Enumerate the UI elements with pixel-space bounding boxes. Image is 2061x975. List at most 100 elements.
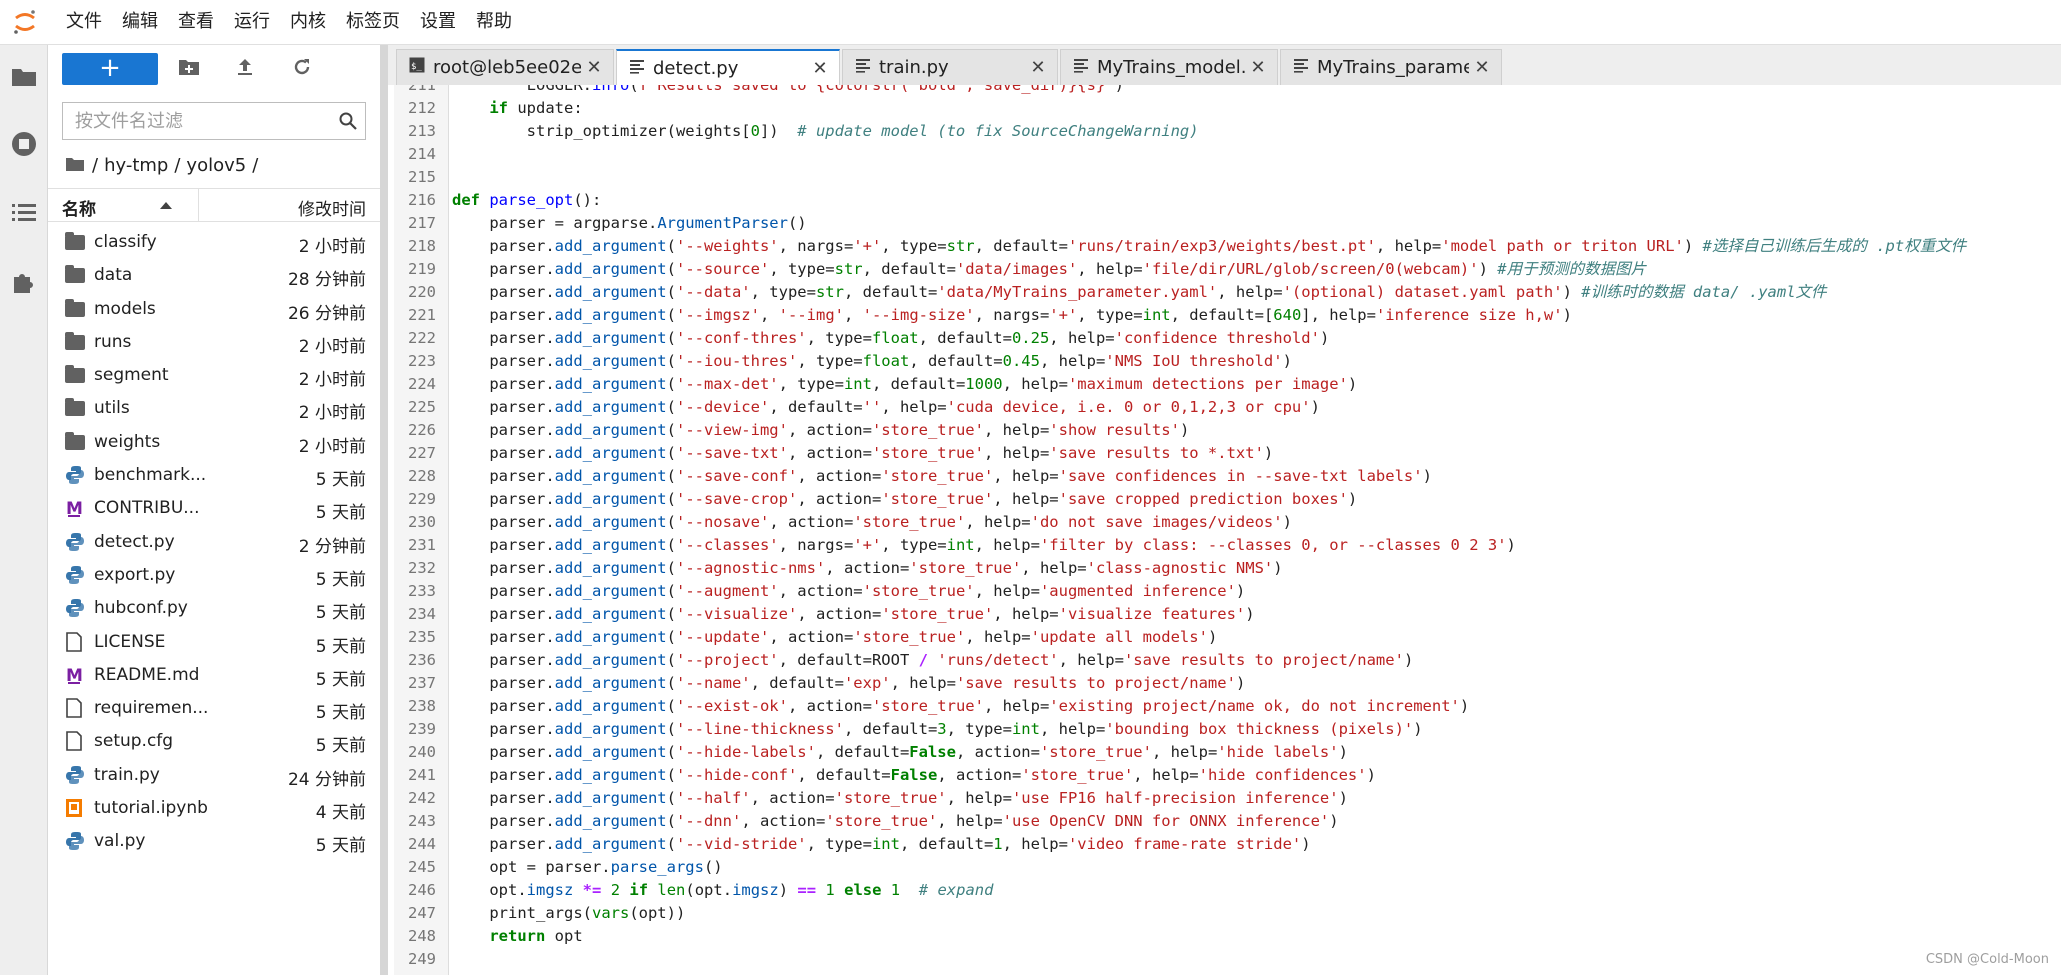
- tab-1[interactable]: detect.py ✕: [616, 49, 840, 86]
- file-row[interactable]: runs 2 小时前: [48, 325, 380, 358]
- tab-0[interactable]: $_ root@leb5ee02e000301a41:✕: [396, 49, 614, 85]
- code-text: parser.add_argument('--view-img', action…: [452, 419, 1189, 442]
- file-row[interactable]: weights 2 小时前: [48, 425, 380, 458]
- code-token: 'save confidences in --save-txt labels': [1058, 467, 1423, 485]
- puzzle-extension-icon[interactable]: [9, 267, 39, 297]
- tab-4[interactable]: MyTrains_parameter.yaml✕: [1280, 49, 1502, 85]
- code-token: (: [666, 766, 676, 784]
- line-number: 249: [408, 950, 436, 968]
- panel-splitter[interactable]: [380, 45, 388, 975]
- menu-item-6[interactable]: 设置: [410, 0, 466, 44]
- column-divider[interactable]: [198, 189, 199, 222]
- close-icon[interactable]: ✕: [807, 58, 833, 79]
- code-token: #训练时的数据 data/ .yaml文件: [1581, 283, 1827, 301]
- code-line: 214: [394, 143, 2061, 166]
- code-token: , type=: [806, 835, 872, 853]
- code-text: parser.add_argument('--save-crop', actio…: [452, 488, 1357, 511]
- file-row[interactable]: models 26 分钟前: [48, 292, 380, 325]
- code-token: , type=: [806, 329, 872, 347]
- code-text: parser.add_argument('--augment', action=…: [452, 580, 1245, 603]
- code-line: 248 return opt: [394, 925, 2061, 948]
- folder-icon[interactable]: [9, 61, 39, 91]
- code-token: parser.: [452, 628, 555, 646]
- sort-up-icon[interactable]: [160, 202, 172, 209]
- code-token: '--weights': [675, 237, 779, 255]
- upload-icon[interactable]: [235, 57, 259, 81]
- code-line: 240 parser.add_argument('--hide-labels',…: [394, 741, 2061, 764]
- code-editor[interactable]: 211 LOGGER.info(f"Results saved to {colo…: [394, 85, 2061, 975]
- code-token: , help=: [983, 697, 1050, 715]
- line-number: 228: [408, 467, 436, 485]
- line-number: 217: [408, 214, 436, 232]
- close-icon[interactable]: ✕: [1469, 57, 1495, 78]
- menu-item-3[interactable]: 运行: [224, 0, 280, 44]
- code-token: parser.: [452, 329, 555, 347]
- file-row[interactable]: segment 2 小时前: [48, 358, 380, 391]
- column-header-modified[interactable]: 修改时间: [298, 195, 366, 220]
- file-modified-time: 2 小时前: [298, 237, 366, 257]
- code-token: 'hide labels': [1217, 743, 1339, 761]
- line-number: 247: [408, 904, 436, 922]
- code-token: , help=: [1039, 352, 1106, 370]
- file-row[interactable]: hubconf.py 5 天前: [48, 591, 380, 624]
- refresh-icon[interactable]: [292, 57, 316, 81]
- line-number: 236: [408, 651, 436, 669]
- close-icon[interactable]: ✕: [1025, 57, 1051, 78]
- file-row[interactable]: utils 2 小时前: [48, 391, 380, 424]
- code-token: 'store_true': [909, 559, 1022, 577]
- new-folder-icon[interactable]: [178, 57, 202, 81]
- column-header-name[interactable]: 名称: [62, 195, 96, 220]
- code-line: 244 parser.add_argument('--vid-stride', …: [394, 833, 2061, 856]
- stop-circle-icon[interactable]: [9, 129, 39, 159]
- file-row[interactable]: setup.cfg 5 天前: [48, 724, 380, 757]
- list-icon[interactable]: [9, 197, 39, 227]
- file-name: README.md: [94, 664, 200, 685]
- file-row[interactable]: benchmark... 5 天前: [48, 458, 380, 491]
- file-row[interactable]: M README.md 5 天前: [48, 658, 380, 691]
- folder-icon: [65, 365, 85, 385]
- file-name: requiremen...: [94, 698, 209, 719]
- menu-item-4[interactable]: 内核: [280, 0, 336, 44]
- code-token: 1: [993, 835, 1003, 853]
- menu-item-7[interactable]: 帮助: [466, 0, 522, 44]
- file-filter-input[interactable]: [73, 110, 327, 133]
- file-row[interactable]: export.py 5 天前: [48, 558, 380, 591]
- code-line: 222 parser.add_argument('--conf-thres', …: [394, 327, 2061, 350]
- file-row[interactable]: detect.py 2 分钟前: [48, 525, 380, 558]
- file-row[interactable]: requiremen... 5 天前: [48, 691, 380, 724]
- file-row[interactable]: tutorial.ipynb 4 天前: [48, 791, 380, 824]
- code-token: LOGGER.: [452, 85, 592, 94]
- code-token: str: [815, 283, 844, 301]
- menu-item-1[interactable]: 编辑: [112, 0, 168, 44]
- tab-label: detect.py: [653, 58, 739, 79]
- close-icon[interactable]: ✕: [1245, 57, 1271, 78]
- menu-item-2[interactable]: 查看: [168, 0, 224, 44]
- line-number: 242: [408, 789, 436, 807]
- code-token: add_argument: [554, 237, 667, 255]
- new-launcher-button[interactable]: +: [62, 53, 158, 85]
- file-row[interactable]: LICENSE 5 天前: [48, 625, 380, 658]
- file-row[interactable]: classify 2 小时前: [48, 225, 380, 258]
- close-icon[interactable]: ✕: [581, 57, 607, 78]
- file-row[interactable]: train.py 24 分钟前: [48, 758, 380, 791]
- menu-item-0[interactable]: 文件: [56, 0, 112, 44]
- code-token: ): [1282, 513, 1292, 531]
- search-icon[interactable]: [339, 112, 357, 134]
- breadcrumb-item-hy-tmp[interactable]: hy-tmp: [104, 155, 168, 176]
- tab-3[interactable]: MyTrains_model.yaml✕: [1060, 49, 1278, 85]
- code-token: , help=: [1077, 260, 1143, 278]
- breadcrumb-folder-icon[interactable]: [66, 155, 84, 176]
- tab-2[interactable]: train.py ✕: [842, 49, 1058, 85]
- breadcrumb-item-yolov5[interactable]: yolov5: [186, 155, 246, 176]
- jupyter-logo-icon[interactable]: [12, 9, 38, 35]
- file-row[interactable]: data 28 分钟前: [48, 258, 380, 291]
- menu-item-5[interactable]: 标签页: [336, 0, 410, 44]
- file-row[interactable]: val.py 5 天前: [48, 824, 380, 857]
- code-token: , action=: [787, 444, 872, 462]
- code-token: ): [1459, 697, 1470, 715]
- line-number: 227: [408, 444, 436, 462]
- code-text: parser.add_argument('--save-conf', actio…: [452, 465, 1432, 488]
- file-row[interactable]: M CONTRIBU... 5 天前: [48, 491, 380, 524]
- code-token: parser.: [452, 467, 555, 485]
